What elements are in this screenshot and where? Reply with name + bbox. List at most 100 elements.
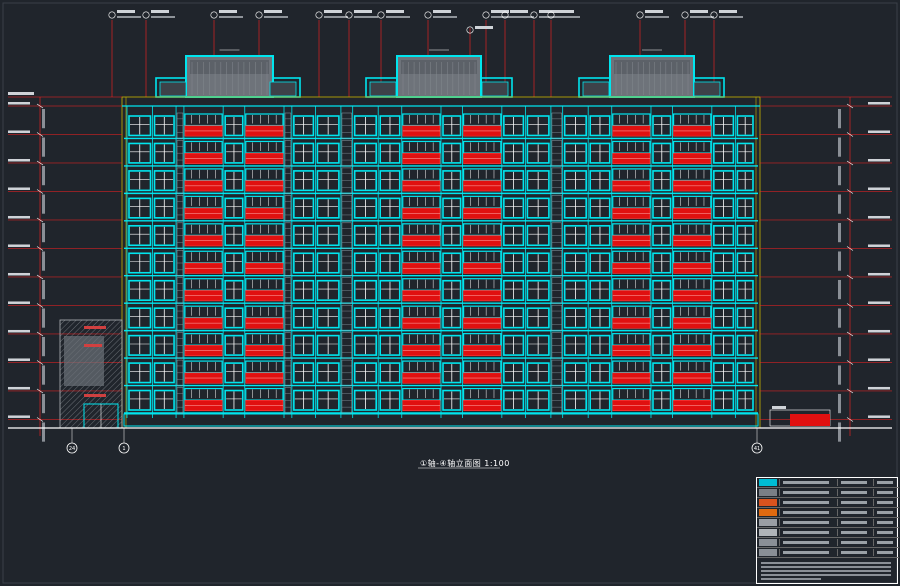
level-text-mark xyxy=(8,187,30,190)
dim-text-mark xyxy=(838,251,841,271)
dim-text-mark xyxy=(838,137,841,157)
level-text-mark xyxy=(868,130,890,133)
legend-cell xyxy=(837,549,872,556)
tag-text-mark xyxy=(645,16,669,18)
tag-text-mark xyxy=(690,16,714,18)
tag-text-mark xyxy=(117,16,141,18)
legend-cell xyxy=(873,519,898,526)
dim-text-mark xyxy=(42,109,45,129)
tag-text-mark xyxy=(264,16,288,18)
legend-cell xyxy=(779,529,836,536)
legend-swatch xyxy=(759,499,777,506)
dim-text-mark xyxy=(838,194,841,214)
legend-row xyxy=(757,548,899,558)
dim-text-mark xyxy=(838,109,841,129)
tag-text-mark xyxy=(556,16,580,18)
legend-cell xyxy=(873,539,898,546)
legend-text-mark xyxy=(877,511,893,514)
legend-cell xyxy=(837,539,872,546)
dim-text-mark xyxy=(42,165,45,186)
level-text-mark xyxy=(868,187,890,190)
dim-text-mark xyxy=(42,194,45,214)
annex-text-mark xyxy=(84,326,106,329)
level-text-mark xyxy=(868,272,890,276)
dim-text-mark xyxy=(42,222,45,243)
legend-note-line xyxy=(761,578,821,580)
dim-text-mark xyxy=(42,137,45,157)
axis-label-24: 24 xyxy=(69,446,75,452)
tag-text-mark xyxy=(324,10,342,13)
legend-cell xyxy=(837,499,872,506)
level-text-mark xyxy=(868,158,890,162)
legend-text-mark xyxy=(841,481,867,484)
level-text-mark xyxy=(8,158,30,162)
legend-row xyxy=(757,538,899,548)
tag-text-mark xyxy=(354,16,378,18)
roof-box xyxy=(369,81,397,97)
legend-swatch xyxy=(759,479,777,486)
tag-text-mark xyxy=(433,16,457,18)
tag-text-mark xyxy=(386,16,410,18)
tag-text-mark xyxy=(151,16,175,18)
legend-cell xyxy=(779,509,836,516)
legend-text-mark xyxy=(783,491,829,494)
legend-text-mark xyxy=(783,501,829,504)
legend-cell xyxy=(837,529,872,536)
legend-text-mark xyxy=(841,521,867,524)
tag-text-mark xyxy=(539,10,557,13)
dim-text-mark xyxy=(42,422,45,442)
legend-text-mark xyxy=(877,541,893,544)
left-annex xyxy=(59,319,123,429)
legend-text-mark xyxy=(783,531,829,534)
legend-swatch xyxy=(759,539,777,546)
legend-cell xyxy=(779,489,836,496)
legend-row xyxy=(757,528,899,538)
annex-text-mark xyxy=(84,344,102,347)
roof-box xyxy=(159,81,187,97)
tower-roof-band xyxy=(190,60,269,74)
tag-text-mark xyxy=(645,10,663,13)
level-text-mark xyxy=(8,301,30,304)
legend-text-mark xyxy=(783,521,829,524)
legend-swatch xyxy=(759,549,777,556)
level-text-mark xyxy=(868,102,890,105)
dim-text-mark xyxy=(838,365,841,385)
tag-text-mark xyxy=(475,26,493,29)
legend-text-mark xyxy=(783,511,829,514)
level-text-mark xyxy=(868,244,890,247)
level-text-mark xyxy=(8,130,30,133)
tag-text-mark xyxy=(690,10,708,13)
level-text-mark xyxy=(8,415,30,418)
roof-box xyxy=(693,81,721,97)
dim-text-mark xyxy=(838,165,841,186)
dim-text-mark xyxy=(838,422,841,442)
legend-text-mark xyxy=(841,551,867,554)
level-text-mark xyxy=(868,415,890,418)
legend-text-mark xyxy=(841,491,867,494)
level-text-mark xyxy=(8,386,30,390)
dim-text-mark xyxy=(42,365,45,385)
dim-text-mark xyxy=(838,279,841,300)
legend-cell xyxy=(873,499,898,506)
legend-cell xyxy=(837,519,872,526)
legend-row xyxy=(757,498,899,508)
tag-text-mark xyxy=(219,16,243,18)
entry-canopy-fill xyxy=(790,414,830,426)
legend-cell xyxy=(873,509,898,516)
legend-text-mark xyxy=(783,551,829,554)
legend-cell xyxy=(779,519,836,526)
tower-roof-band xyxy=(401,60,477,74)
tag-text-mark xyxy=(556,10,574,13)
legend-row xyxy=(757,478,899,488)
tag-text-mark xyxy=(719,16,743,18)
roof-box xyxy=(582,81,610,97)
legend-cell xyxy=(873,489,898,496)
legend-text-mark xyxy=(841,511,867,514)
tag-text-mark xyxy=(151,10,169,13)
legend-swatch xyxy=(759,529,777,536)
tag-text-mark xyxy=(510,10,528,13)
legend-cell xyxy=(873,529,898,536)
tag-text-mark xyxy=(219,10,237,13)
level-text-mark xyxy=(868,301,890,304)
dim-text-mark xyxy=(42,251,45,271)
